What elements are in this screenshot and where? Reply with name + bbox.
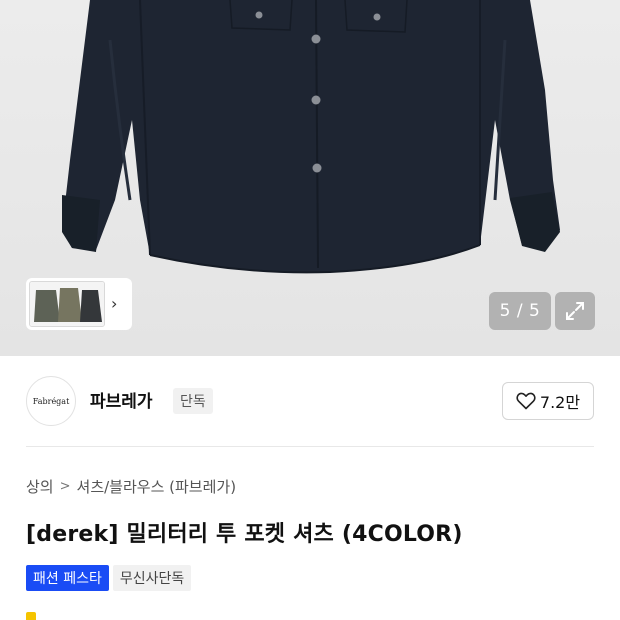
breadcrumb-item-category[interactable]: 상의 [26, 476, 54, 497]
brand-logo-text: Fabrégat [32, 396, 70, 406]
star-icon [26, 612, 36, 620]
divider [26, 446, 594, 447]
thumbnail-image[interactable] [29, 281, 105, 327]
breadcrumb: 상의 > 셔츠/블라우스 (파브레가) [26, 476, 236, 497]
fashion-festa-tag[interactable]: 패션 페스타 [26, 565, 109, 591]
thumbnail-shirts [30, 282, 104, 326]
chevron-right-icon: > [59, 479, 71, 494]
heart-outline-icon [516, 392, 536, 410]
tag-row: 패션 페스타 무신사단독 [26, 565, 192, 591]
breadcrumb-item-subcategory[interactable]: 셔츠/블라우스 (파브레가) [77, 476, 237, 497]
like-count: 7.2만 [539, 393, 581, 412]
exclusive-badge: 단독 [173, 388, 213, 414]
thumbnail-strip[interactable]: › [26, 278, 132, 330]
like-button[interactable]: 7.2만 [502, 382, 594, 420]
product-image-gallery[interactable]: › 5 / 5 [0, 0, 620, 356]
chevron-right-icon[interactable]: › [111, 296, 117, 312]
expand-icon [566, 302, 584, 320]
brand-name[interactable]: 파브레가 [90, 387, 153, 412]
musinsa-exclusive-tag: 무신사단독 [112, 565, 192, 591]
brand-logo[interactable]: Fabrégat [26, 376, 76, 426]
product-title: [derek] 밀리터리 투 포켓 셔츠 (4COLOR) [26, 522, 463, 547]
expand-button[interactable] [555, 292, 595, 330]
image-counter: 5 / 5 [489, 292, 551, 330]
product-detail-page: › 5 / 5 Fabrégat 파브레가 단독 7.2만 상의 > 셔츠/블라… [0, 0, 620, 620]
